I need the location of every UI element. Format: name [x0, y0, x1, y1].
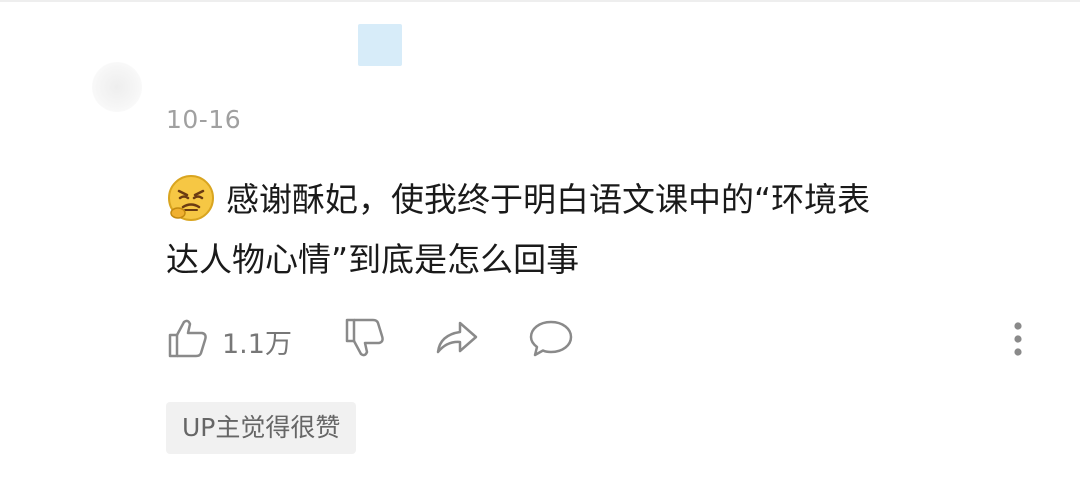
avatar[interactable] [92, 62, 142, 112]
angry-emoji-icon [168, 175, 214, 221]
comment-line-1: 感谢酥妃，使我终于明白语文课中的“环境表 [166, 170, 1046, 230]
like-count: 1.1万 [222, 329, 292, 360]
reply-icon[interactable] [528, 318, 574, 358]
comment-text-line-2: 达人物心情”到底是怎么回事 [166, 240, 580, 279]
action-bar [0, 312, 1080, 364]
thumbs-up-icon[interactable] [166, 316, 210, 360]
comment-date: 10-16 [166, 105, 242, 134]
comment-body: 感谢酥妃，使我终于明白语文课中的“环境表 达人物心情”到底是怎么回事 [166, 170, 1046, 290]
more-icon[interactable] [1010, 318, 1026, 360]
thumbs-down-icon[interactable] [343, 316, 387, 360]
username-redacted[interactable] [358, 24, 402, 66]
comment-text-line-1: 感谢酥妃，使我终于明白语文课中的“环境表 [226, 180, 871, 219]
share-icon[interactable] [434, 318, 480, 358]
top-divider [0, 0, 1080, 2]
up-liked-badge: UP主觉得很赞 [166, 402, 357, 454]
